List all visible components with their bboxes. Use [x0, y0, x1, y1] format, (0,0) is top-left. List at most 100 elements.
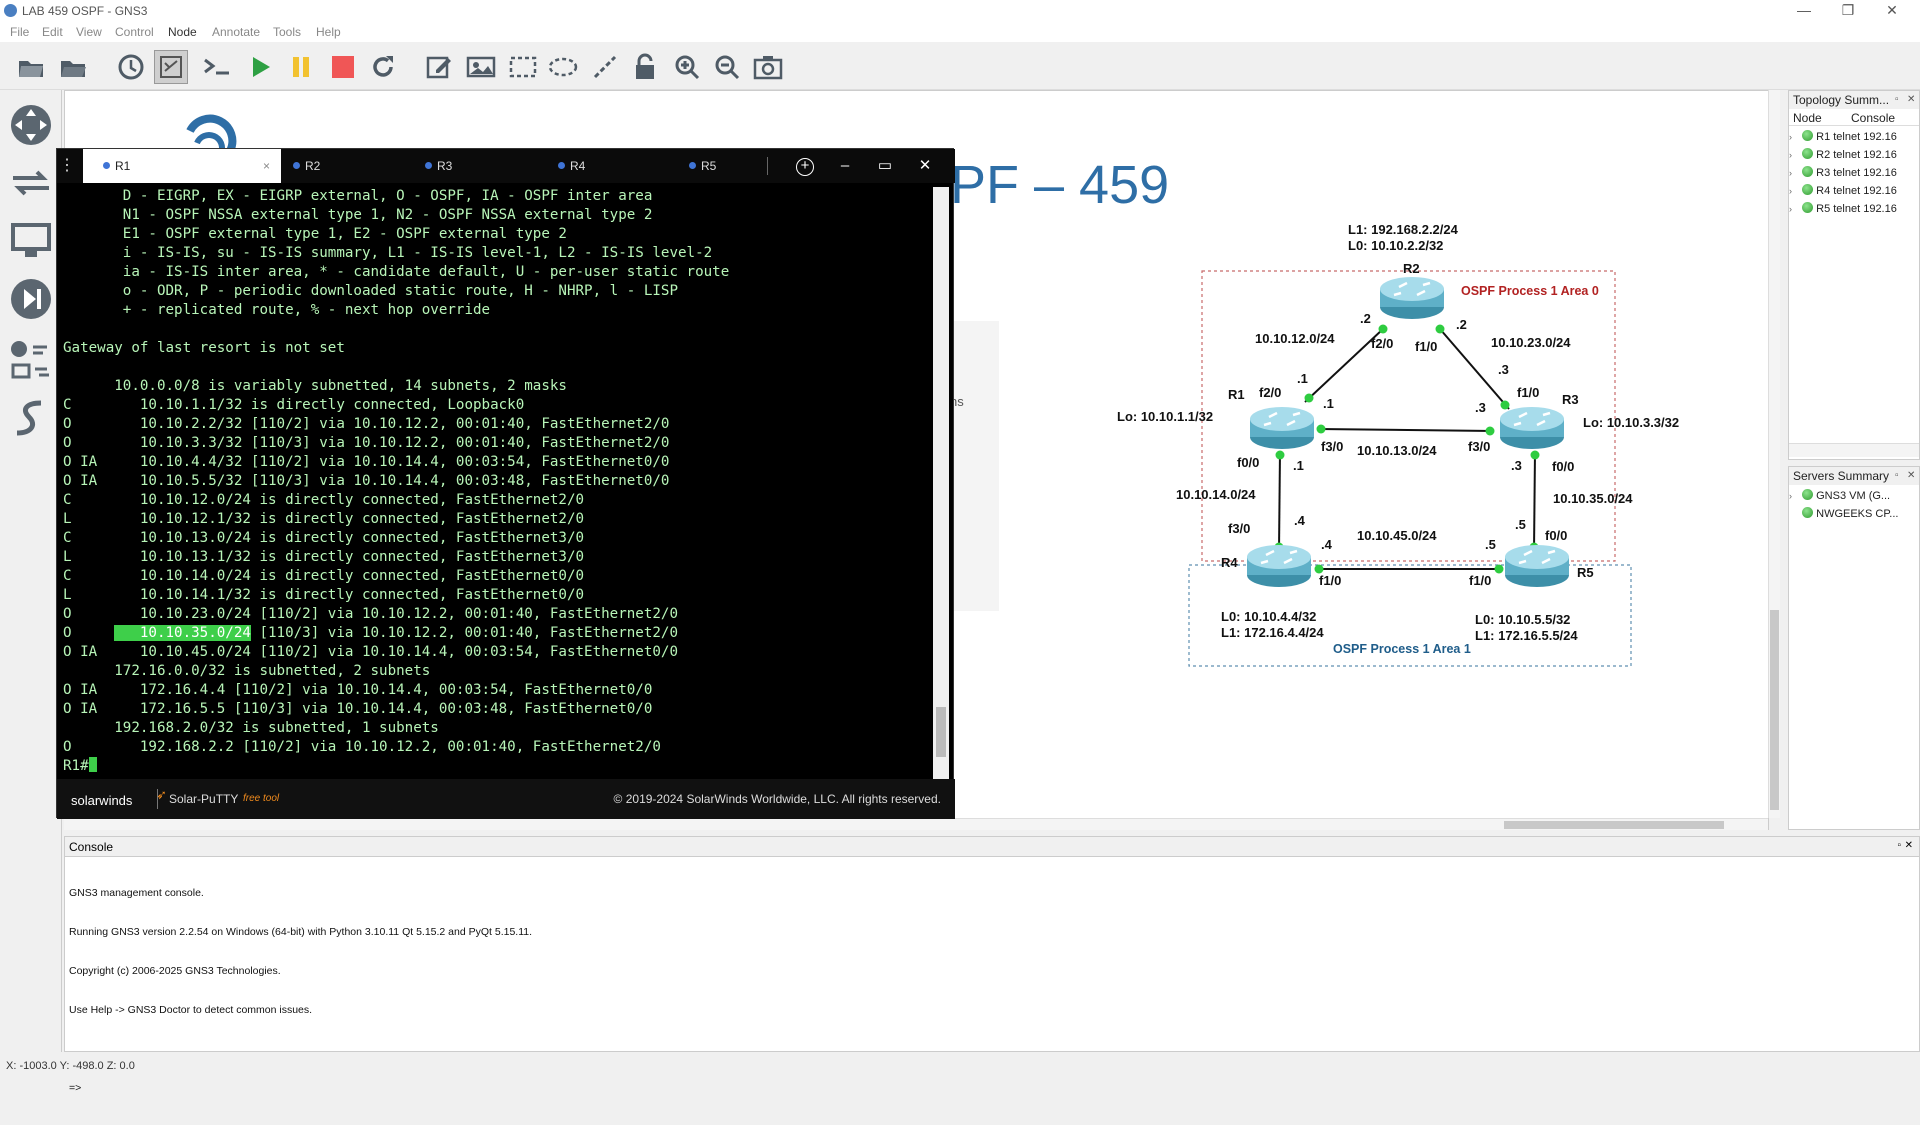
tab-r3[interactable]: R3: [425, 149, 545, 183]
router-r2-icon[interactable]: [1380, 277, 1444, 319]
canvas-horizontal-scrollbar[interactable]: [64, 818, 1768, 830]
restore-button[interactable]: ❐: [1828, 0, 1868, 22]
terminal-line: O 10.10.23.0/24 [110/2] via 10.10.12.2, …: [63, 606, 678, 622]
tab-r4-label: R4: [570, 159, 586, 173]
terminal-line: O 192.168.2.2 [110/2] via 10.10.12.2, 00…: [63, 739, 661, 755]
browse-all-devices-icon[interactable]: [8, 338, 54, 384]
putty-tab-bar: ⋮ R1 × R2 R3 R4 R5 + – ▭ ✕: [57, 149, 955, 183]
menu-help[interactable]: Help: [316, 25, 341, 39]
float-icon[interactable]: ▫: [1895, 94, 1899, 105]
add-note-icon[interactable]: [422, 50, 456, 84]
putty-menu-icon[interactable]: ⋮: [59, 149, 75, 183]
tab-r2[interactable]: R2: [293, 149, 413, 183]
host-r1-a: .1: [1297, 371, 1308, 386]
stop-all-icon[interactable]: [326, 50, 360, 84]
router-r4-icon[interactable]: [1247, 545, 1311, 587]
putty-close-button[interactable]: ✕: [907, 149, 943, 183]
solarwinds-logo: solarwinds: [71, 793, 133, 808]
r5-loopback-1: L1: 172.16.5.5/24: [1475, 628, 1578, 643]
console-output[interactable]: GNS3 management console. Running GNS3 ve…: [65, 857, 1919, 1125]
console-all-icon[interactable]: [200, 50, 234, 84]
status-bar: X: -1003.0 Y: -498.0 Z: 0.0: [0, 1052, 1920, 1080]
tab-r4[interactable]: R4: [558, 149, 678, 183]
float-icon[interactable]: ▫: [1897, 840, 1901, 851]
draw-ellipse-icon[interactable]: [546, 50, 580, 84]
summary-row-r3[interactable]: › R3 telnet 192.16: [1789, 166, 1897, 184]
snapshot-icon[interactable]: [114, 50, 148, 84]
float-icon[interactable]: ▫: [1895, 470, 1899, 481]
close-panel-icon[interactable]: ✕: [1907, 94, 1915, 105]
menu-view[interactable]: View: [76, 25, 102, 39]
terminal-output[interactable]: D - EIGRP, EX - EIGRP external, O - OSPF…: [63, 187, 935, 779]
link-r1-r4[interactable]: [1278, 450, 1281, 552]
close-panel-icon[interactable]: ✕: [1907, 470, 1915, 481]
status-started-icon: [1802, 130, 1814, 141]
link-r3-r5[interactable]: [1533, 450, 1536, 552]
suspend-all-icon[interactable]: [284, 50, 318, 84]
screenshot-icon[interactable]: [751, 50, 785, 84]
menu-tools[interactable]: Tools: [273, 25, 301, 39]
menu-node[interactable]: Node: [168, 25, 197, 39]
col-node[interactable]: Node: [1793, 111, 1822, 125]
terminal-line: O IA 172.16.5.5 [110/3] via 10.10.14.4, …: [63, 701, 653, 717]
terminal-line: + - replicated route, % - next hop overr…: [63, 302, 491, 318]
browse-switches-icon[interactable]: [8, 160, 54, 206]
minimize-button[interactable]: —: [1784, 0, 1824, 22]
console-panel: Console ▫ ✕ GNS3 management console. Run…: [64, 836, 1920, 1094]
router-r5-icon[interactable]: [1505, 545, 1569, 587]
browse-end-devices-icon[interactable]: [8, 218, 54, 264]
terminal-prompt[interactable]: R1#: [63, 757, 935, 776]
start-all-icon[interactable]: [244, 50, 278, 84]
zoom-in-icon[interactable]: [670, 50, 704, 84]
subnet-r1-r4: 10.10.14.0/24: [1176, 487, 1256, 502]
canvas-vertical-scrollbar[interactable]: [1768, 90, 1780, 818]
draw-rectangle-icon[interactable]: [506, 50, 540, 84]
summary-row-r4[interactable]: › R4 telnet 192.16: [1789, 184, 1897, 202]
close-panel-icon[interactable]: ✕: [1905, 840, 1913, 851]
open-folder-icon[interactable]: [14, 50, 48, 84]
new-tab-button[interactable]: +: [787, 149, 823, 183]
col-console[interactable]: Console: [1851, 111, 1895, 125]
router-r3-icon[interactable]: [1500, 407, 1564, 449]
putty-maximize-button[interactable]: ▭: [867, 149, 903, 183]
r3-loopback: Lo: 10.10.3.3/32: [1583, 415, 1679, 430]
host-r2-b: .2: [1456, 317, 1467, 332]
terminal-scrollbar[interactable]: [933, 187, 949, 779]
browse-security-devices-icon[interactable]: [8, 276, 54, 322]
summary-hscrollbar[interactable]: [1789, 443, 1919, 457]
terminal-line: L 10.10.14.1/32 is directly connected, F…: [63, 587, 585, 603]
lock-icon[interactable]: [628, 50, 662, 84]
server-row-local[interactable]: NWGEEKS CP...: [1789, 507, 1898, 525]
router-r3-label: R3: [1562, 392, 1579, 407]
summary-row-r5[interactable]: › R5 telnet 192.16: [1789, 202, 1897, 220]
show-interface-labels-icon[interactable]: [154, 50, 188, 84]
menu-control[interactable]: Control: [115, 25, 154, 39]
menu-edit[interactable]: Edit: [42, 25, 63, 39]
putty-minimize-button[interactable]: –: [827, 149, 863, 183]
console-line: Running GNS3 version 2.2.54 on Windows (…: [69, 926, 533, 938]
zoom-out-icon[interactable]: [710, 50, 744, 84]
add-link-icon[interactable]: [8, 396, 54, 442]
reload-all-icon[interactable]: [366, 50, 400, 84]
status-started-icon: [1802, 202, 1814, 213]
draw-line-icon[interactable]: [588, 50, 622, 84]
menu-annotate[interactable]: Annotate: [212, 25, 260, 39]
tab-close-icon[interactable]: ×: [263, 149, 270, 183]
console-prompt[interactable]: =>: [69, 1082, 1915, 1095]
link-r1-r3[interactable]: [1317, 428, 1494, 432]
tab-r3-label: R3: [437, 159, 453, 173]
server-row-gns3-vm[interactable]: › GNS3 VM (G...: [1789, 489, 1890, 507]
menu-file[interactable]: File: [10, 25, 29, 39]
tab-r1[interactable]: R1 ×: [83, 149, 281, 183]
summary-row-r1[interactable]: › R1 telnet 192.16: [1789, 130, 1897, 148]
summary-row-text: R5 telnet 192.16: [1816, 203, 1897, 215]
insert-image-icon[interactable]: [464, 50, 498, 84]
servers-summary-header: Servers Summary ▫ ✕: [1789, 467, 1919, 485]
solar-putty-window[interactable]: ⋮ R1 × R2 R3 R4 R5 + – ▭ ✕ D - EIGRP, EX …: [56, 148, 955, 819]
browse-routers-icon[interactable]: [8, 102, 54, 148]
summary-row-r2[interactable]: › R2 telnet 192.16: [1789, 148, 1897, 166]
close-button[interactable]: ✕: [1872, 0, 1912, 22]
router-r1-icon[interactable]: [1250, 407, 1314, 449]
terminal-cursor: [88, 757, 97, 772]
open-project-icon[interactable]: [56, 50, 90, 84]
